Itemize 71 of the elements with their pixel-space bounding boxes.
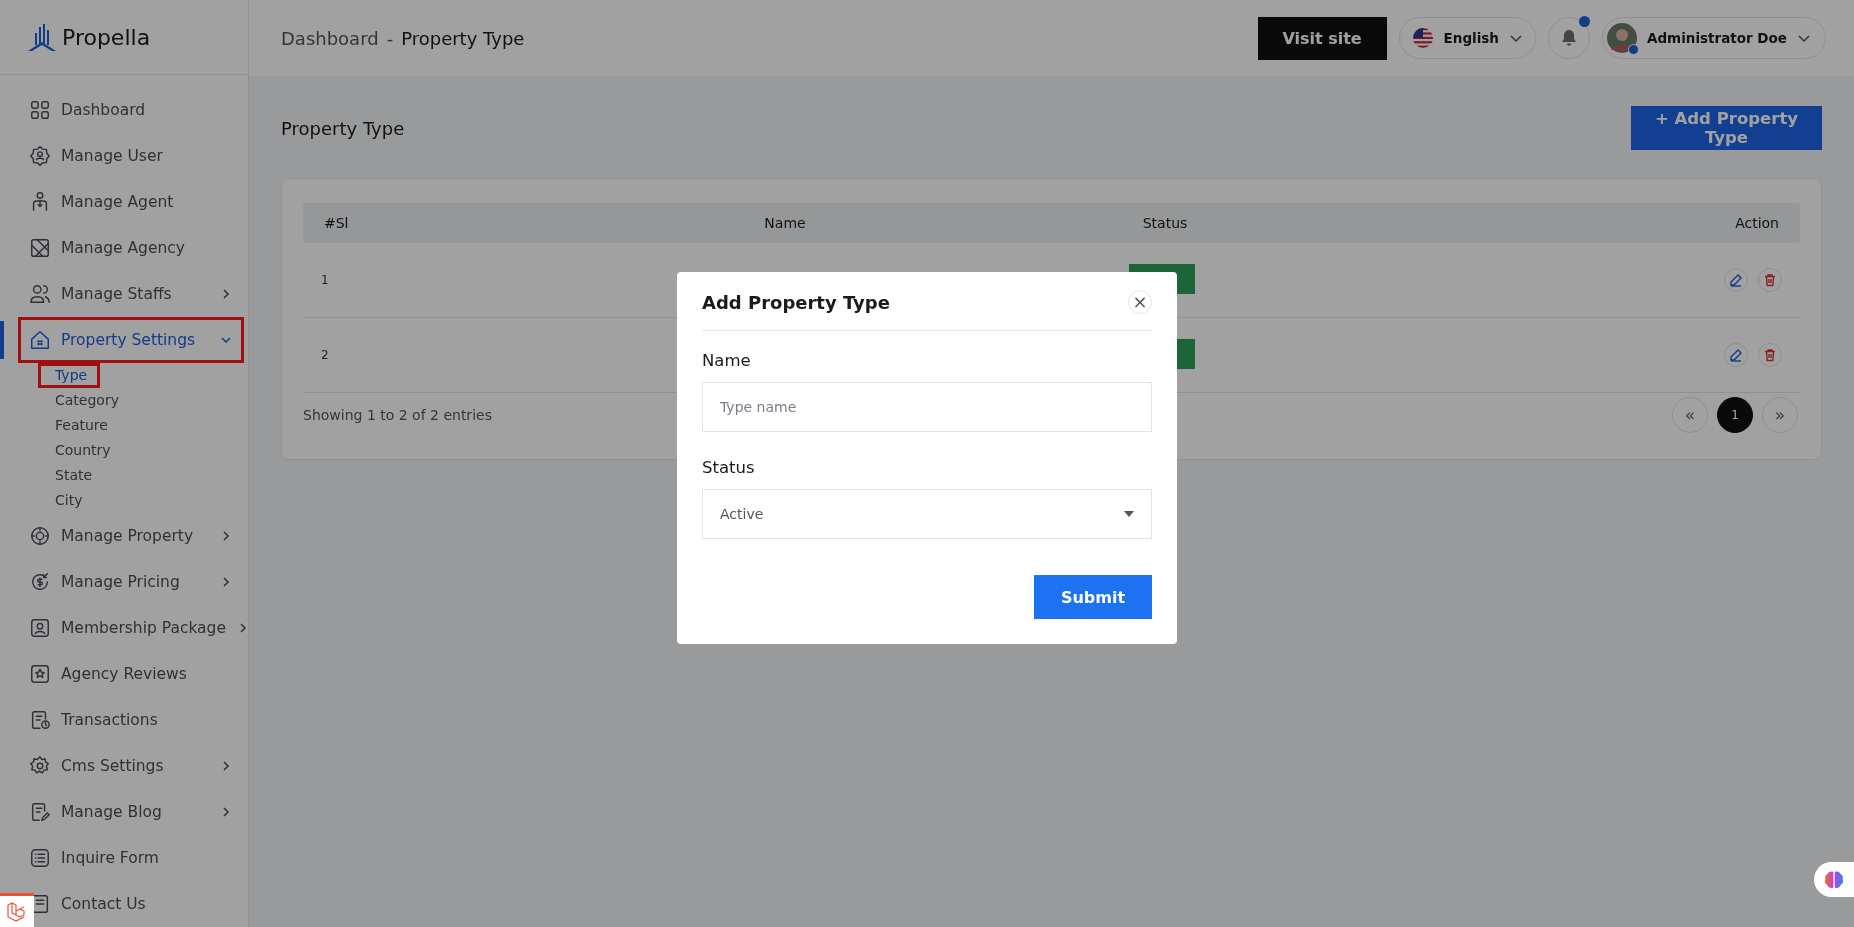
sidebar-item[interactable]: Manage Pricing — [18, 559, 244, 605]
column-header: Action — [1734, 215, 1779, 231]
name-input[interactable]: Type name — [702, 382, 1152, 432]
sidebar-item[interactable]: Manage User — [18, 133, 244, 179]
logo-icon — [26, 21, 58, 53]
language-selector[interactable]: English — [1398, 17, 1536, 59]
trash-icon — [1763, 348, 1777, 362]
column-header: Status — [1141, 215, 1189, 231]
next-page-button[interactable]: » — [1762, 397, 1798, 433]
cube-stack-icon — [6, 900, 28, 923]
notification-button[interactable] — [1547, 17, 1590, 59]
submenu-item[interactable]: Type — [38, 363, 101, 388]
avatar — [1606, 23, 1637, 53]
table-cell-text: 1 — [321, 273, 330, 287]
grid-icon — [29, 99, 51, 121]
gear-circle-icon — [29, 525, 51, 547]
sidebar-item[interactable]: Membership Package — [18, 605, 244, 651]
debug-badge[interactable] — [0, 893, 34, 927]
submenu-item[interactable]: Category — [38, 388, 132, 413]
column-header: Name — [763, 215, 807, 231]
sidebar-item[interactable]: Transactions — [18, 697, 244, 743]
sidebar-item[interactable]: Inquire Form — [18, 835, 244, 881]
page-button[interactable]: 1 — [1717, 397, 1753, 433]
agency-icon — [29, 237, 51, 259]
submenu-item[interactable]: City — [38, 488, 96, 513]
submenu-item[interactable]: Feature — [38, 413, 121, 438]
users-icon — [29, 283, 51, 305]
submenu-item[interactable]: State — [38, 463, 106, 488]
field-label: Status — [702, 458, 756, 477]
sidebar-item[interactable]: Cms Settings — [18, 743, 244, 789]
column-header: #Sl — [324, 215, 350, 231]
dollar-circle-icon — [29, 571, 51, 593]
breadcrumb-separator: - — [386, 27, 394, 49]
pencil-icon — [1729, 348, 1743, 362]
entries-summary: Showing 1 to 2 of 2 entries — [303, 407, 492, 423]
user-menu[interactable]: Administrator Doe — [1601, 17, 1826, 59]
house-icon — [29, 329, 51, 351]
sidebar-item[interactable]: Manage Blog — [18, 789, 244, 835]
document-clock-icon — [29, 709, 51, 731]
user-square-icon — [29, 617, 51, 639]
add-property-type-button[interactable]: + Add Property Type — [1631, 106, 1822, 150]
table-cell-text: 2 — [321, 348, 330, 362]
visit-site-button[interactable]: Visit site — [1257, 16, 1387, 60]
sidebar-item[interactable]: Manage Agency — [18, 225, 244, 271]
star-square-icon — [29, 663, 51, 685]
sidebar-item[interactable]: Manage Staffs — [18, 271, 244, 317]
breadcrumb-link[interactable]: Dashboard — [281, 27, 379, 49]
sidebar-item[interactable]: Property Settings — [18, 317, 244, 363]
field-label: Name — [702, 351, 752, 370]
sidebar-item[interactable]: Manage Property — [18, 513, 244, 559]
trash-icon — [1763, 273, 1777, 287]
modal-title: Add Property Type — [702, 291, 890, 313]
user-badge-icon — [29, 145, 51, 167]
status-select[interactable]: Active — [702, 489, 1152, 539]
settings-icon — [29, 755, 51, 777]
sidebar-item[interactable]: Manage Agent — [18, 179, 244, 225]
submenu-item[interactable]: Country — [38, 438, 124, 463]
caret-down-icon — [1124, 511, 1134, 517]
brand-name: Propella — [62, 24, 151, 50]
previous-page-button[interactable]: « — [1672, 397, 1708, 433]
brain-icon — [1824, 870, 1844, 889]
document-pen-icon — [29, 801, 51, 823]
assistant-button[interactable] — [1814, 862, 1854, 897]
sidebar-item[interactable]: Dashboard — [18, 87, 244, 133]
breadcrumb-current: Property Type — [401, 27, 525, 49]
pencil-icon — [1729, 273, 1743, 287]
list-icon — [29, 847, 51, 869]
flag-icon — [1411, 27, 1434, 49]
page-title: Property Type — [281, 117, 405, 139]
sidebar-item[interactable]: Agency Reviews — [18, 651, 244, 697]
submit-button[interactable]: Submit — [1034, 575, 1152, 619]
